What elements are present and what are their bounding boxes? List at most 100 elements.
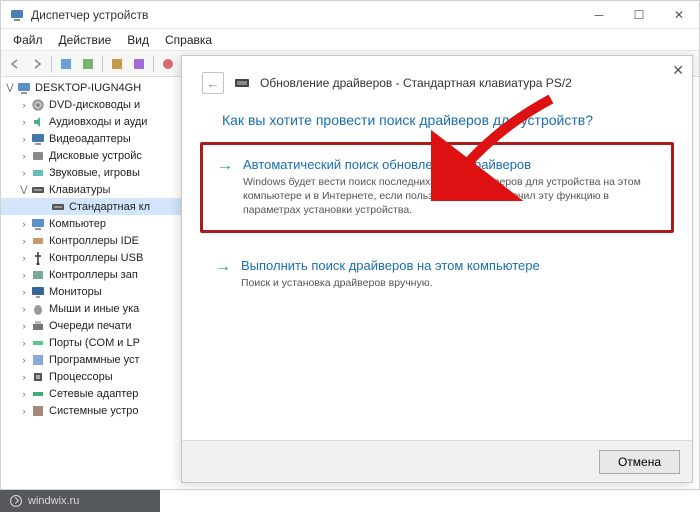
update-drivers-dialog: ✕ ← Обновление драйверов - Стандартная к… (181, 55, 693, 483)
tree-root-label: DESKTOP-IUGN4GH (35, 82, 141, 94)
tree-category[interactable]: ›Порты (COM и LP (1, 334, 181, 351)
expand-icon[interactable]: › (19, 100, 29, 110)
option-auto-title: Автоматический поиск обновленных драйвер… (243, 157, 657, 172)
expand-icon[interactable]: › (19, 270, 29, 280)
expand-icon[interactable]: › (19, 219, 29, 229)
tree-category[interactable]: ›Аудиовходы и ауди (1, 113, 181, 130)
dialog-title: Обновление драйверов - Стандартная клави… (260, 76, 572, 90)
toolbar-icon[interactable] (107, 54, 127, 74)
tree-category[interactable]: › Мыши и иные ука (1, 300, 181, 317)
sound-icon (31, 166, 45, 180)
toolbar-icon[interactable] (129, 54, 149, 74)
tree-item-label: Очереди печати (49, 320, 132, 332)
audio-icon (31, 115, 45, 129)
monitor-icon (31, 285, 45, 299)
option-manual-search[interactable]: → Выполнить поиск драйверов на этом комп… (200, 245, 674, 303)
menubar: Файл Действие Вид Справка (1, 29, 699, 51)
tree-item-label: Дисковые устройс (49, 150, 142, 162)
tree-category[interactable]: › Дисковые устройс (1, 147, 181, 164)
device-tree[interactable]: ⋁ DESKTOP-IUGN4GH ›DVD-дисководы и›Аудио… (1, 77, 181, 465)
tree-category[interactable]: › Видеоадаптеры (1, 130, 181, 147)
tree-item-label: Звуковые, игровы (49, 167, 140, 179)
dialog-close-icon[interactable]: ✕ (672, 62, 684, 79)
tree-category[interactable]: › Сетевые адаптер (1, 385, 181, 402)
cpu-icon (31, 370, 45, 384)
expand-icon[interactable]: › (19, 338, 29, 348)
option-manual-desc: Поиск и установка драйверов вручную. (241, 276, 540, 290)
dialog-question: Как вы хотите провести поиск драйверов д… (182, 102, 692, 142)
expand-icon[interactable]: › (19, 321, 29, 331)
menu-file[interactable]: Файл (5, 31, 51, 49)
watermark: windwix.ru (0, 490, 160, 512)
tree-item-label: Видеоадаптеры (49, 133, 131, 145)
option-auto-search[interactable]: → Автоматический поиск обновленных драйв… (200, 142, 674, 233)
collapse-icon[interactable]: ⋁ (19, 185, 29, 195)
toolbar-icon[interactable] (158, 54, 178, 74)
tree-category[interactable]: ›Контроллеры IDE (1, 232, 181, 249)
toolbar-icon[interactable] (56, 54, 76, 74)
collapse-icon[interactable]: ⋁ (5, 83, 15, 93)
expand-icon[interactable]: › (19, 151, 29, 161)
back-icon[interactable] (5, 54, 25, 74)
menu-view[interactable]: Вид (119, 31, 157, 49)
storage-icon (31, 268, 45, 282)
expand-icon[interactable]: › (19, 355, 29, 365)
computer-icon (17, 81, 31, 95)
usb-icon (31, 251, 45, 265)
tree-item-label: Системные устро (49, 405, 139, 417)
tree-root[interactable]: ⋁ DESKTOP-IUGN4GH (1, 79, 181, 96)
disk-icon (31, 149, 45, 163)
tree-category[interactable]: › Мониторы (1, 283, 181, 300)
tree-category[interactable]: ›Процессоры (1, 368, 181, 385)
arrow-right-icon: → (215, 258, 231, 276)
tree-category[interactable]: ›Контроллеры зап (1, 266, 181, 283)
forward-icon[interactable] (27, 54, 47, 74)
maximize-button[interactable]: ☐ (619, 1, 659, 29)
tree-category[interactable]: › Системные устро (1, 402, 181, 419)
dialog-footer: Отмена (182, 440, 692, 482)
tree-category[interactable]: › Программные уст (1, 351, 181, 368)
tree-item-label: Сетевые адаптер (49, 388, 138, 400)
tree-leaf[interactable]: Стандартная кл (1, 198, 181, 215)
close-button[interactable]: ✕ (659, 1, 699, 29)
expand-icon[interactable]: › (19, 389, 29, 399)
device-manager-window: Диспетчер устройств ─ ☐ ✕ Файл Действие … (0, 0, 700, 490)
menu-action[interactable]: Действие (51, 31, 120, 49)
tree-item-label: Мыши и иные ука (49, 303, 139, 315)
dialog-header: ← Обновление драйверов - Стандартная кла… (182, 56, 692, 102)
tree-category[interactable]: › Звуковые, игровы (1, 164, 181, 181)
tree-item-label: Мониторы (49, 286, 102, 298)
dialog-back-button[interactable]: ← (202, 72, 224, 94)
expand-icon[interactable]: › (19, 134, 29, 144)
net-icon (31, 387, 45, 401)
tree-category[interactable]: ›DVD-дисководы и (1, 96, 181, 113)
computer-icon (31, 217, 45, 231)
expand-icon[interactable]: › (19, 168, 29, 178)
tree-category[interactable]: › Компьютер (1, 215, 181, 232)
expand-icon[interactable]: › (19, 253, 29, 263)
tree-category[interactable]: › Очереди печати (1, 317, 181, 334)
tree-item-label: Программные уст (49, 354, 140, 366)
option-manual-title: Выполнить поиск драйверов на этом компью… (241, 258, 540, 273)
expand-icon[interactable]: › (19, 304, 29, 314)
tree-category[interactable]: › Контроллеры USB (1, 249, 181, 266)
toolbar-icon[interactable] (78, 54, 98, 74)
tree-category[interactable]: ⋁ Клавиатуры (1, 181, 181, 198)
tree-item-label: Контроллеры USB (49, 252, 143, 264)
disc-icon (31, 98, 45, 112)
expand-icon[interactable]: › (19, 372, 29, 382)
expand-icon[interactable]: › (19, 117, 29, 127)
tree-item-label: Стандартная кл (69, 201, 150, 213)
ide-icon (31, 234, 45, 248)
menu-help[interactable]: Справка (157, 31, 220, 49)
cancel-button[interactable]: Отмена (599, 450, 680, 474)
tree-item-label: Клавиатуры (49, 184, 110, 196)
sys-icon (31, 404, 45, 418)
mouse-icon (31, 302, 45, 316)
tree-item-label: Компьютер (49, 218, 106, 230)
soft-icon (31, 353, 45, 367)
expand-icon[interactable]: › (19, 236, 29, 246)
minimize-button[interactable]: ─ (579, 1, 619, 29)
expand-icon[interactable]: › (19, 406, 29, 416)
expand-icon[interactable]: › (19, 287, 29, 297)
